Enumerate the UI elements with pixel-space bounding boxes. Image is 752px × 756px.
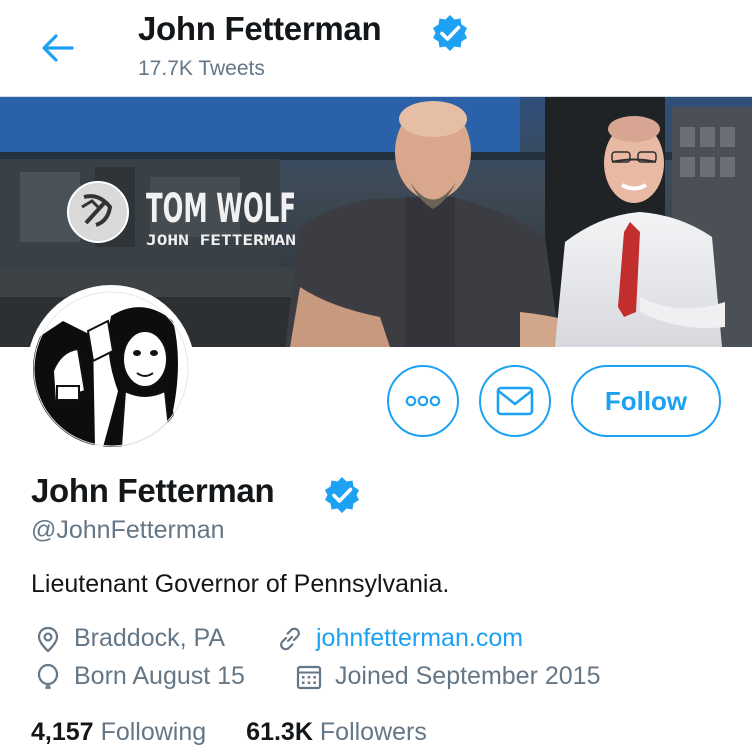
following-count: 4,157 xyxy=(31,718,94,746)
envelope-icon xyxy=(496,386,534,416)
location: Braddock, PA xyxy=(34,624,225,653)
following-label: Following xyxy=(100,718,207,746)
birthday-text: Born August 15 xyxy=(74,662,245,690)
following-link[interactable]: 4,157 Following xyxy=(31,718,206,747)
balloon-icon xyxy=(37,663,59,689)
profile-bio: Lieutenant Governor of Pennsylvania. xyxy=(31,570,450,598)
campaign-logo: TOM WOLF JOHN FETTERMAN xyxy=(67,181,296,249)
profile-name: John Fetterman xyxy=(31,472,275,509)
follow-button[interactable]: Follow xyxy=(571,365,721,437)
website[interactable]: johnfetterman.com xyxy=(276,624,523,653)
logo-title: TOM WOLF xyxy=(146,186,296,232)
verified-badge-icon xyxy=(325,477,359,513)
top-bar: John Fetterman 17.7K Tweets xyxy=(0,0,752,97)
header-name: John Fetterman xyxy=(138,10,382,47)
more-options-button[interactable] xyxy=(387,365,459,437)
link-icon xyxy=(280,627,300,650)
back-arrow-icon[interactable] xyxy=(38,28,78,68)
followers-link[interactable]: 61.3K Followers xyxy=(246,718,427,747)
website-link[interactable]: johnfetterman.com xyxy=(316,624,523,653)
profile-avatar[interactable] xyxy=(27,285,195,453)
birthday: Born August 15 xyxy=(34,662,245,691)
verified-badge-icon xyxy=(433,15,467,51)
profile-handle: @JohnFetterman xyxy=(31,516,225,544)
calendar-icon xyxy=(296,665,322,689)
followers-count: 61.3K xyxy=(246,718,313,746)
location-pin-icon xyxy=(37,626,59,652)
joined-date: Joined September 2015 xyxy=(295,662,600,691)
location-text: Braddock, PA xyxy=(74,624,226,652)
more-options-icon xyxy=(405,395,441,407)
joined-text: Joined September 2015 xyxy=(335,662,601,690)
message-button[interactable] xyxy=(479,365,551,437)
logo-subtitle: JOHN FETTERMAN xyxy=(146,233,296,249)
tweets-count: 17.7K Tweets xyxy=(138,57,265,80)
followers-label: Followers xyxy=(319,718,427,746)
follow-stats: 4,157 Following 61.3K Followers xyxy=(31,718,467,747)
